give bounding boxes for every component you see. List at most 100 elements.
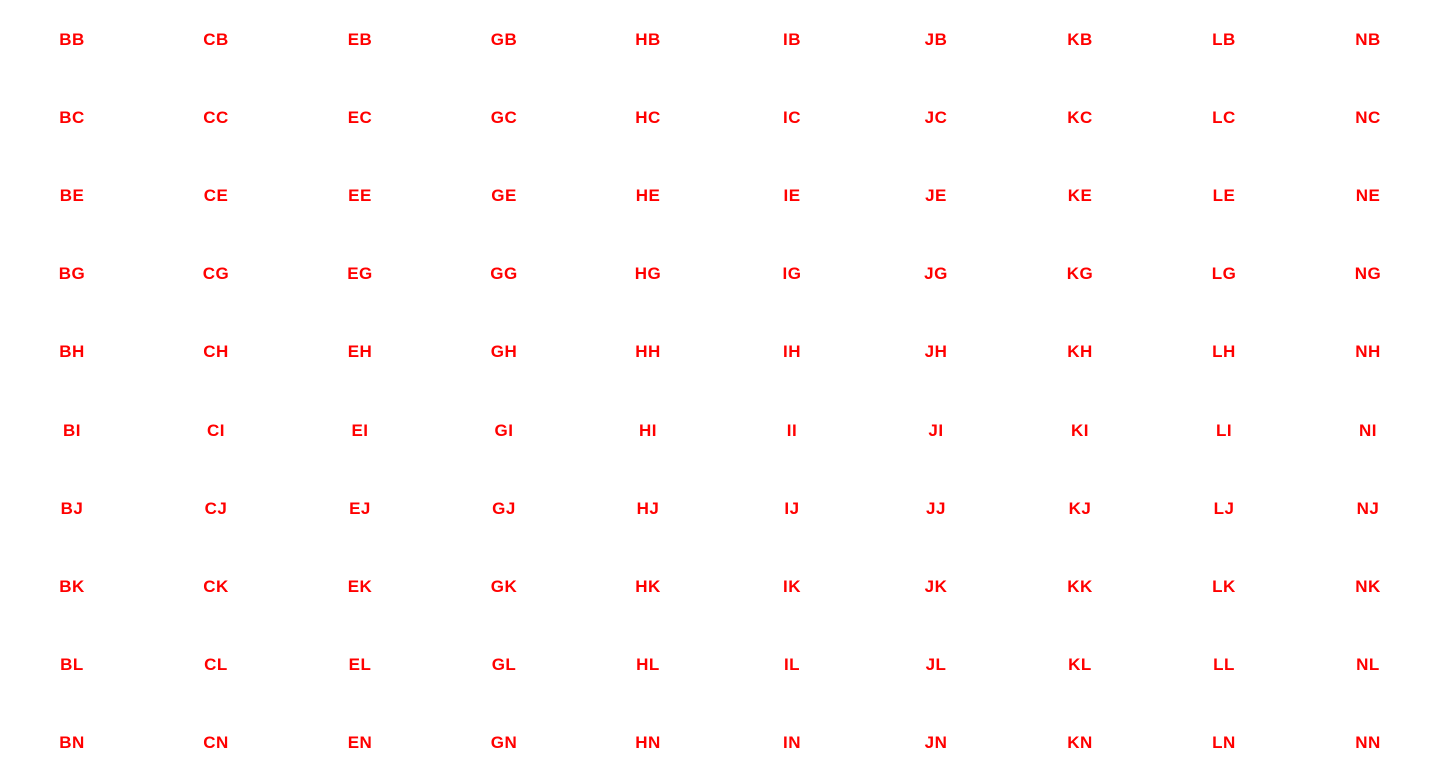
grid-cell-label: LK bbox=[1212, 576, 1236, 596]
grid-cell-label: EC bbox=[347, 107, 373, 127]
grid-cell-label: II bbox=[786, 420, 798, 440]
grid-cell-label: IB bbox=[783, 29, 801, 49]
grid-cell-label: KI bbox=[1071, 420, 1089, 440]
grid-cell-label: EB bbox=[347, 29, 373, 49]
grid-cell-label: NH bbox=[1355, 342, 1381, 362]
grid-cell-label: LL bbox=[1213, 655, 1235, 675]
grid-cell-label: BC bbox=[59, 107, 85, 127]
grid-cell-label: GB bbox=[490, 29, 518, 49]
grid-cell-label: NC bbox=[1355, 107, 1381, 127]
grid-row: BG CG EG GG HG IG JG KG LG NG bbox=[0, 235, 1440, 313]
grid-cell-label: EJ bbox=[349, 498, 371, 518]
grid-cell-label: HG bbox=[634, 264, 662, 284]
grid-cell-label: JH bbox=[924, 342, 948, 362]
grid-cell-label: HE bbox=[635, 185, 661, 205]
grid-cell-label: GK bbox=[490, 576, 518, 596]
grid-cell-label: JK bbox=[924, 576, 948, 596]
grid-cell-label: IC bbox=[783, 107, 801, 127]
grid-cell-label: LG bbox=[1211, 264, 1237, 284]
grid-cell-label: IG bbox=[782, 264, 802, 284]
grid-cell-label: BL bbox=[60, 655, 84, 675]
grid-cell-label: LE bbox=[1212, 185, 1236, 205]
grid-cell-label: NG bbox=[1354, 264, 1382, 284]
grid-cell-label: LC bbox=[1212, 107, 1236, 127]
grid-row: BC CC EC GC HC IC JC KC LC NC bbox=[0, 78, 1440, 156]
grid-cell-label: BH bbox=[59, 342, 85, 362]
grid-cell-label: EI bbox=[351, 420, 369, 440]
grid-cell-label: JG bbox=[924, 264, 948, 284]
grid-cell-label: CH bbox=[203, 342, 229, 362]
grid-cell-label: NL bbox=[1356, 655, 1380, 675]
grid-cell-label: LJ bbox=[1213, 498, 1235, 518]
grid-cell-label: CI bbox=[207, 420, 225, 440]
grid-cell-label: BG bbox=[58, 264, 86, 284]
grid-row: BL CL EL GL HL IL JL KL LL NL bbox=[0, 626, 1440, 704]
grid-cell-label: HK bbox=[635, 576, 661, 596]
grid-cell-label: LI bbox=[1215, 420, 1233, 440]
grid-row: BB CB EB GB HB IB JB KB LB NB bbox=[0, 0, 1440, 78]
grid-cell-label: NJ bbox=[1356, 498, 1380, 518]
grid-cell-label: JI bbox=[928, 420, 944, 440]
grid-cell-label: NB bbox=[1355, 29, 1381, 49]
grid-cell-label: BB bbox=[59, 29, 85, 49]
grid-cell-label: IE bbox=[783, 185, 801, 205]
grid-cell-label: KE bbox=[1067, 185, 1093, 205]
grid-cell-label: BN bbox=[59, 733, 85, 753]
grid-cell-label: IL bbox=[783, 655, 801, 675]
grid-cell-label: HC bbox=[635, 107, 661, 127]
grid-cell-label: CL bbox=[204, 655, 228, 675]
grid-row: BE CE EE GE HE IE JE KE LE NE bbox=[0, 156, 1440, 234]
grid-cell-label: KN bbox=[1067, 733, 1093, 753]
grid-cell-label: GN bbox=[490, 733, 518, 753]
grid-cell-label: HH bbox=[635, 342, 661, 362]
grid-cell-label: JL bbox=[925, 655, 947, 675]
grid-cell-label: GG bbox=[490, 264, 518, 284]
grid-cell-label: GI bbox=[494, 420, 514, 440]
grid-cell-label: JE bbox=[925, 185, 947, 205]
grid-row: BI CI EI GI HI II JI KI LI NI bbox=[0, 391, 1440, 469]
grid-row: BJ CJ EJ GJ HJ IJ JJ KJ LJ NJ bbox=[0, 469, 1440, 547]
grid-cell-label: CC bbox=[203, 107, 229, 127]
grid-cell-label: HL bbox=[636, 655, 660, 675]
grid-cell-label: EK bbox=[347, 576, 373, 596]
grid-cell-label: KJ bbox=[1068, 498, 1092, 518]
grid-cell-label: JB bbox=[924, 29, 948, 49]
grid-row: BH CH EH GH HH IH JH KH LH NH bbox=[0, 313, 1440, 391]
grid-cell-label: GE bbox=[491, 185, 517, 205]
grid-cell-label: JC bbox=[924, 107, 948, 127]
grid-cell-label: BE bbox=[59, 185, 85, 205]
grid-cell-label: CE bbox=[203, 185, 229, 205]
grid-row: BK CK EK GK HK IK JK KK LK NK bbox=[0, 547, 1440, 625]
grid-cell-label: NN bbox=[1355, 733, 1381, 753]
grid-cell-label: IH bbox=[783, 342, 801, 362]
label-grid: BB CB EB GB HB IB JB KB LB NB BC CC EC GC HC IC JC KC LC NC… bbox=[0, 0, 1440, 782]
grid-cell-label: NK bbox=[1355, 576, 1381, 596]
grid-cell-label: EL bbox=[348, 655, 372, 675]
grid-cell-label: NE bbox=[1355, 185, 1381, 205]
grid-cell-label: HI bbox=[639, 420, 657, 440]
grid-cell-label: CN bbox=[203, 733, 229, 753]
grid-cell-label: KB bbox=[1067, 29, 1093, 49]
grid-cell-label: CJ bbox=[204, 498, 228, 518]
grid-cell-label: HB bbox=[635, 29, 661, 49]
grid-cell-label: BJ bbox=[60, 498, 84, 518]
grid-cell-label: GH bbox=[490, 342, 518, 362]
grid-cell-label: EH bbox=[347, 342, 373, 362]
grid-cell-label: GJ bbox=[492, 498, 516, 518]
grid-cell-label: HJ bbox=[636, 498, 660, 518]
grid-cell-label: BI bbox=[63, 420, 81, 440]
grid-cell-label: CK bbox=[203, 576, 229, 596]
grid-cell-label: GC bbox=[490, 107, 518, 127]
grid-cell-label: JJ bbox=[926, 498, 946, 518]
grid-cell-label: BK bbox=[59, 576, 85, 596]
grid-cell-label: EE bbox=[348, 185, 372, 205]
grid-cell-label: CB bbox=[203, 29, 229, 49]
grid-cell-label: JN bbox=[924, 733, 948, 753]
grid-cell-label: KH bbox=[1067, 342, 1093, 362]
grid-cell-label: IJ bbox=[784, 498, 800, 518]
grid-cell-label: EG bbox=[347, 264, 373, 284]
grid-cell-label: KC bbox=[1067, 107, 1093, 127]
grid-cell-label: GL bbox=[491, 655, 517, 675]
grid-cell-label: LH bbox=[1212, 342, 1236, 362]
grid-cell-label: IN bbox=[783, 733, 801, 753]
